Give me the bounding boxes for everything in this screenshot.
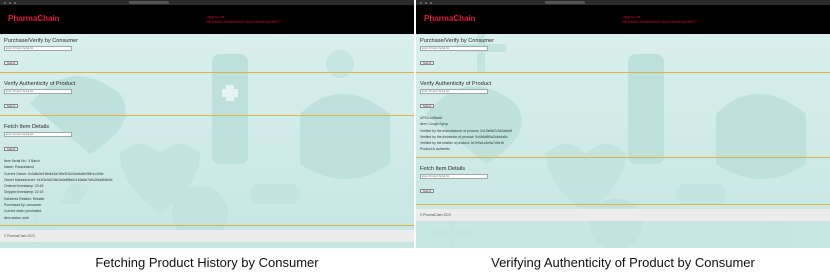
authenticity-result: UPC/Lot/Batch Item: Cough Syrup Verified… bbox=[416, 115, 830, 153]
window-dot-icon bbox=[420, 1, 422, 4]
serial-input[interactable] bbox=[4, 132, 72, 137]
window-dot-icon bbox=[14, 1, 16, 4]
main-content: Purchase/Verify by Consumer Submit Verif… bbox=[0, 34, 414, 242]
account-address: 0xF6e9a0b1c2d3e4f5A6b7C8d9E0f1a2B3c4D5e6… bbox=[622, 20, 697, 24]
account-info: Logged in as: 0xF6e9a0b1c2d3e4f5A6b7C8d9… bbox=[206, 15, 281, 25]
detail-line: Item status: sold bbox=[4, 215, 29, 220]
section-title: Verify Authenticity of Product bbox=[4, 81, 76, 87]
submit-button[interactable]: Submit bbox=[420, 104, 435, 108]
verify-consumer-section: Purchase/Verify by Consumer Submit bbox=[416, 34, 830, 72]
footer: © PharmaChain 2023 bbox=[0, 229, 414, 242]
left-screenshot: PharmaChain Logged in as: 0xF6e9a0b1c2d3… bbox=[0, 0, 414, 248]
authenticity-section: Verify Authenticity of Product Submit bbox=[416, 73, 830, 115]
navbar: PharmaChain Logged in as: 0xF6e9a0b1c2d3… bbox=[416, 5, 830, 34]
brand-logo[interactable]: PharmaChain bbox=[8, 14, 60, 23]
account-info: Logged in as: 0xF6e9a0b1c2d3e4f5A6b7C8d9… bbox=[622, 15, 697, 25]
submit-button[interactable]: Submit bbox=[4, 104, 19, 108]
serial-input[interactable] bbox=[420, 46, 488, 51]
section-title: Fetch Item Details bbox=[420, 165, 466, 172]
window-dot-icon bbox=[430, 1, 432, 4]
section-title: Purchase/Verify by Consumer bbox=[4, 38, 78, 44]
authenticity-section: Verify Authenticity of Product Submit bbox=[0, 73, 414, 115]
main-content: Purchase/Verify by Consumer Submit Verif… bbox=[416, 34, 830, 221]
footer: © PharmaChain 2023 bbox=[416, 208, 830, 221]
account-address: 0xF6e9a0b1c2d3e4f5A6b7C8d9E0f1a2B3c4D5e6… bbox=[206, 20, 281, 24]
section-title: Fetch Item Details bbox=[4, 124, 50, 130]
fetch-details-section: Fetch Item Details Submit bbox=[0, 116, 414, 158]
serial-input[interactable] bbox=[4, 46, 72, 51]
caption-right: Verifying Authenticity of Product by Con… bbox=[491, 255, 755, 270]
section-title: Verify Authenticity of Product bbox=[420, 81, 492, 87]
result-line: Product is authentic bbox=[420, 147, 450, 152]
serial-input[interactable] bbox=[4, 89, 72, 94]
submit-button[interactable]: Submit bbox=[4, 61, 19, 65]
item-details: Item Serial No.: 3 Batch Name: Paracetam… bbox=[0, 158, 414, 221]
right-screenshot: PharmaChain Logged in as: 0xF6e9a0b1c2d3… bbox=[416, 0, 830, 248]
divider bbox=[0, 224, 414, 226]
window-dot-icon bbox=[425, 1, 427, 4]
section-title: Purchase/Verify by Consumer bbox=[420, 38, 494, 44]
address-bar[interactable] bbox=[129, 1, 169, 4]
navbar: PharmaChain Logged in as: 0xF6e9a0b1c2d3… bbox=[0, 5, 414, 34]
window-dot-icon bbox=[9, 1, 11, 4]
caption-left: Fetching Product History by Consumer bbox=[95, 255, 319, 270]
divider bbox=[416, 203, 830, 205]
submit-button[interactable]: Submit bbox=[420, 188, 435, 193]
address-bar[interactable] bbox=[545, 1, 585, 4]
verify-consumer-section: Purchase/Verify by Consumer Submit bbox=[0, 34, 414, 72]
window-dot-icon bbox=[4, 1, 6, 4]
submit-button[interactable]: Submit bbox=[4, 147, 19, 151]
submit-button[interactable]: Submit bbox=[420, 61, 435, 65]
serial-input[interactable] bbox=[420, 173, 488, 179]
fetch-details-section: Fetch Item Details Submit bbox=[416, 158, 830, 200]
serial-input[interactable] bbox=[420, 89, 488, 94]
brand-logo[interactable]: PharmaChain bbox=[424, 14, 476, 23]
